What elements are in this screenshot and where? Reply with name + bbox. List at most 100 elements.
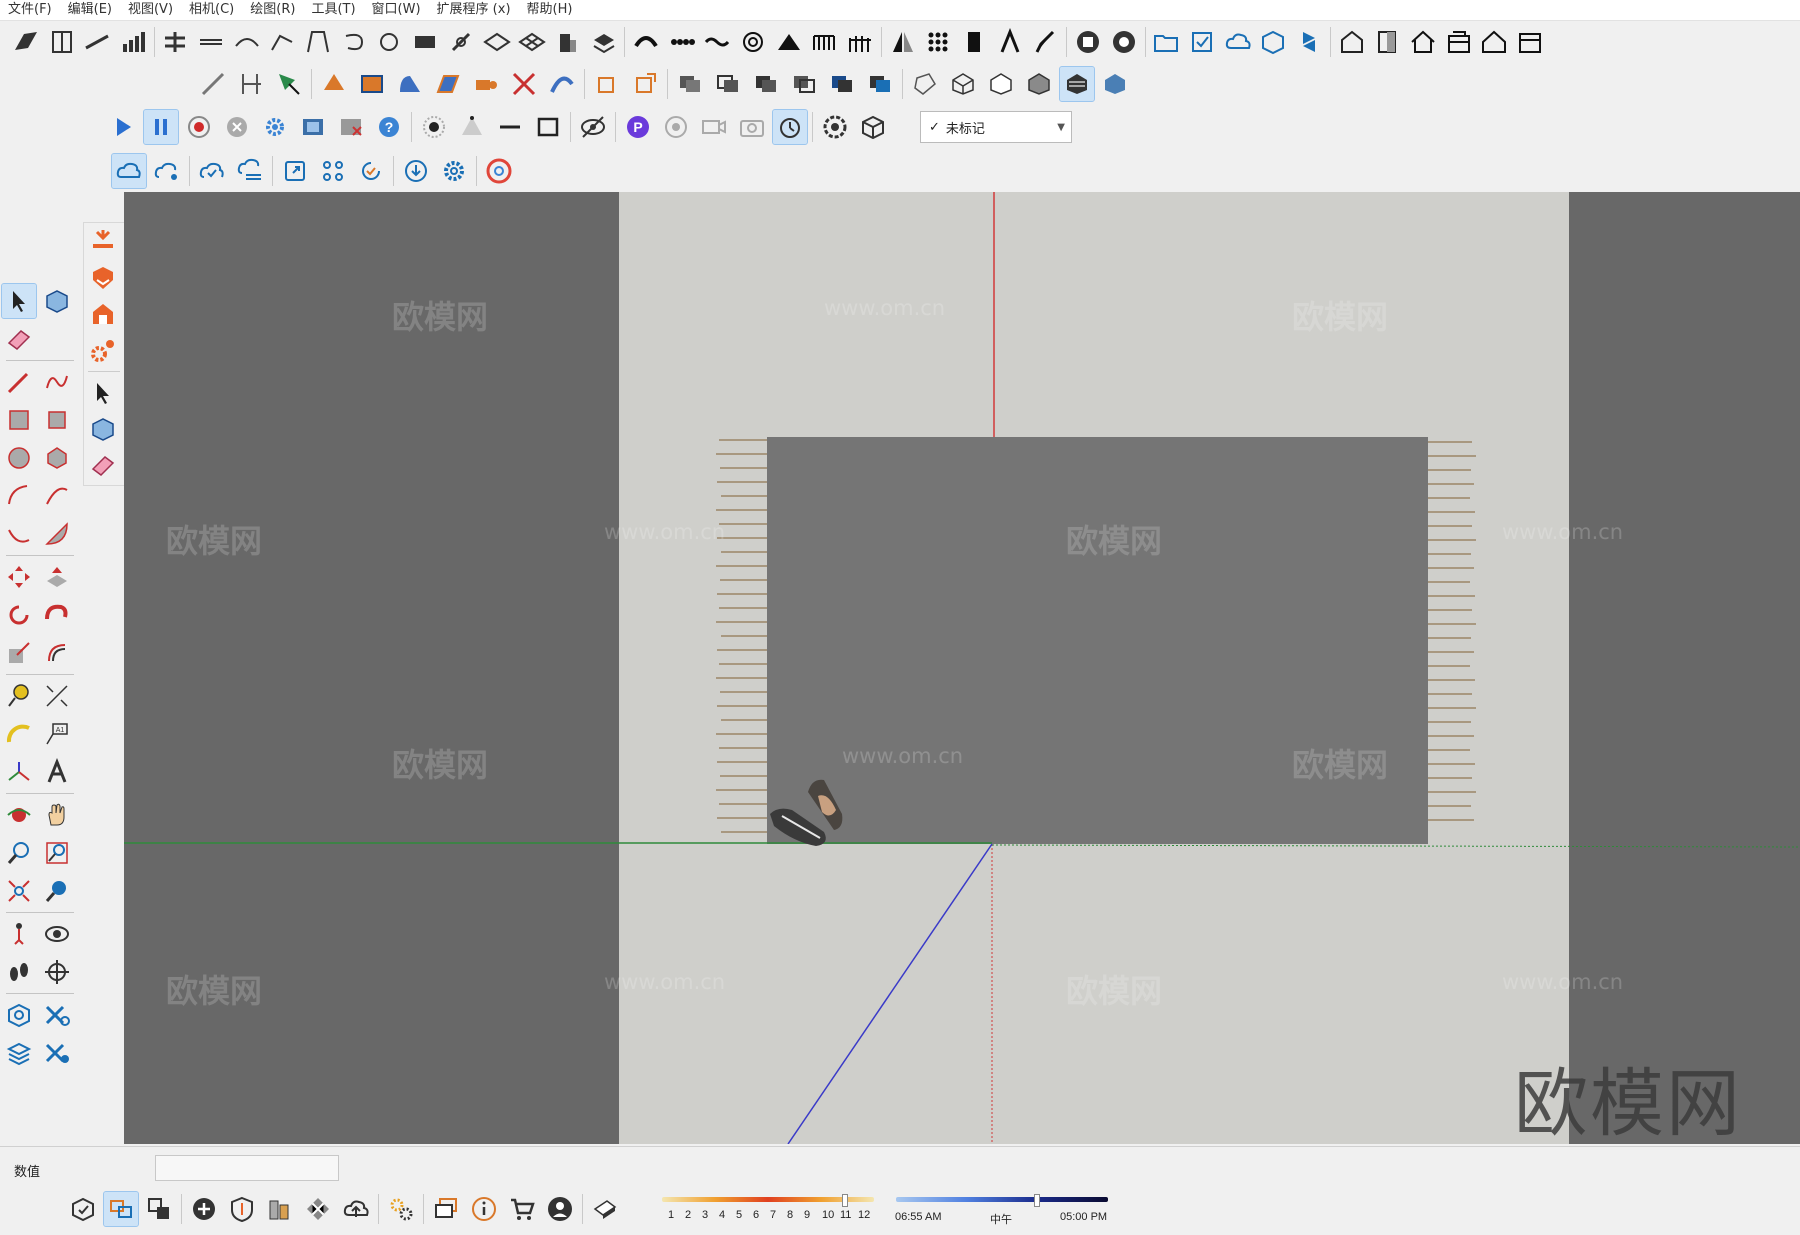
eraser-icon[interactable] (86, 448, 120, 482)
dimension-icon[interactable] (234, 67, 268, 101)
shadows-toggle-icon[interactable] (588, 1192, 622, 1226)
line-slope-icon[interactable] (81, 25, 113, 59)
cloud-check-icon[interactable] (195, 154, 229, 188)
scale-tool-icon[interactable] (2, 636, 36, 670)
cloud-sync-icon[interactable] (111, 153, 147, 189)
mesh-icon[interactable] (516, 25, 548, 59)
extension-settings-icon[interactable] (384, 1192, 418, 1226)
bar-chart-icon[interactable] (117, 25, 149, 59)
play-icon[interactable] (106, 110, 140, 144)
dimension-tool-icon[interactable] (40, 679, 74, 713)
frame-expand-icon[interactable] (278, 154, 312, 188)
push-solid-icon[interactable] (469, 67, 503, 101)
record-disk-icon[interactable] (1072, 25, 1104, 59)
menu-extensions[interactable]: 扩展程序 (x) (429, 0, 519, 20)
messages-icon[interactable] (429, 1192, 463, 1226)
subtract-icon[interactable] (711, 67, 745, 101)
open-folder-icon[interactable] (1151, 25, 1183, 59)
monochrome-style-icon[interactable] (1098, 67, 1132, 101)
merge-solid-icon[interactable] (863, 67, 897, 101)
circle-tool-icon[interactable] (2, 441, 36, 475)
brush-icon[interactable] (1030, 25, 1062, 59)
make-component-icon[interactable] (40, 284, 74, 318)
wireframe-style-icon[interactable] (946, 67, 980, 101)
axes-tool-icon[interactable] (2, 755, 36, 789)
fillet-icon[interactable] (267, 25, 299, 59)
wave-icon[interactable] (702, 25, 734, 59)
cloud-upload-icon[interactable] (1222, 25, 1254, 59)
materials-icon[interactable] (263, 1192, 297, 1226)
cloud-share-icon[interactable] (150, 154, 184, 188)
window-frame-icon[interactable] (46, 25, 78, 59)
menu-view[interactable]: 视图(V) (120, 0, 181, 20)
layers-stack-icon[interactable] (2, 1036, 36, 1070)
checker-texture-icon[interactable] (301, 1192, 335, 1226)
select-edge-icon[interactable] (272, 67, 306, 101)
extension-stair-icon[interactable] (10, 25, 42, 59)
time-slider-thumb[interactable] (1034, 1194, 1040, 1207)
split-line-icon[interactable] (195, 25, 227, 59)
extension-gears-icon[interactable] (86, 333, 120, 367)
trim-icon[interactable] (787, 67, 821, 101)
component-cube-icon[interactable] (86, 412, 120, 446)
refresh-check-icon[interactable] (354, 154, 388, 188)
plugin-p-icon[interactable]: P (621, 110, 655, 144)
zoom-extents-icon[interactable] (2, 874, 36, 908)
download-circle-icon[interactable] (399, 154, 433, 188)
rectangle-tool-icon[interactable] (2, 403, 36, 437)
extrude-icon[interactable] (317, 67, 351, 101)
solid-settings-icon[interactable] (40, 998, 74, 1032)
model-viewport[interactable]: 欧模网 www.om.cn 欧模网 欧模网 www.om.cn 欧模网 www.… (124, 192, 1800, 1144)
measurements-box[interactable] (155, 1155, 339, 1181)
spiral-icon[interactable] (374, 25, 406, 59)
line-light-icon[interactable] (493, 110, 527, 144)
browser-icon[interactable] (482, 154, 516, 188)
xray-style-icon[interactable] (908, 67, 942, 101)
rotate-tool-icon[interactable] (2, 598, 36, 632)
eraser-tool-icon[interactable] (2, 322, 36, 356)
curve-icon[interactable] (231, 25, 263, 59)
download-orange-icon[interactable] (86, 225, 120, 259)
cloud-upload-icon[interactable] (339, 1192, 373, 1226)
pause-icon[interactable] (143, 109, 179, 145)
pen-tool-icon[interactable] (994, 25, 1026, 59)
3d-text-icon[interactable] (40, 755, 74, 789)
checkbox-icon[interactable] (1186, 25, 1218, 59)
chamfer-icon[interactable] (431, 67, 465, 101)
arc-shape-icon[interactable] (630, 25, 662, 59)
look-around-icon[interactable] (40, 917, 74, 951)
cloud-list-icon[interactable] (233, 154, 267, 188)
tag-dropdown[interactable]: ✓ 未标记 ▼ (920, 111, 1072, 143)
roof-icon[interactable] (773, 25, 805, 59)
sync-icon[interactable] (1293, 25, 1325, 59)
settings-gear-icon[interactable] (258, 110, 292, 144)
grid-surface-icon[interactable] (481, 25, 513, 59)
extension-shield-icon[interactable] (86, 261, 120, 295)
sweep-icon[interactable] (545, 67, 579, 101)
house-outline-icon[interactable] (1479, 25, 1511, 59)
zoom-icon[interactable] (2, 836, 36, 870)
scene-transfer-icon[interactable] (142, 1192, 176, 1226)
warehouse-icon[interactable] (86, 297, 120, 331)
tape-measure-icon[interactable] (2, 679, 36, 713)
previous-view-icon[interactable] (40, 874, 74, 908)
components-icon[interactable] (316, 154, 350, 188)
menu-edit[interactable]: 编辑(E) (60, 0, 120, 20)
pie-tool-icon[interactable] (40, 517, 74, 551)
spot-light-icon[interactable] (455, 110, 489, 144)
add-circle-icon[interactable] (187, 1192, 221, 1226)
fillet-solid-icon[interactable] (393, 67, 427, 101)
shield-icon[interactable] (225, 1192, 259, 1226)
film-strip-icon[interactable] (296, 110, 330, 144)
help-icon[interactable]: ? (372, 110, 406, 144)
menu-camera[interactable]: 相机(C) (181, 0, 242, 20)
box-icon[interactable] (409, 25, 441, 59)
two-point-arc-icon[interactable] (40, 479, 74, 513)
solid-tools-icon[interactable] (2, 998, 36, 1032)
month-slider-thumb[interactable] (842, 1194, 848, 1207)
panel-icon[interactable] (958, 25, 990, 59)
target-icon[interactable] (659, 110, 693, 144)
orbit-icon[interactable] (2, 798, 36, 832)
menu-help[interactable]: 帮助(H) (519, 0, 581, 20)
cart-icon[interactable] (505, 1192, 539, 1226)
